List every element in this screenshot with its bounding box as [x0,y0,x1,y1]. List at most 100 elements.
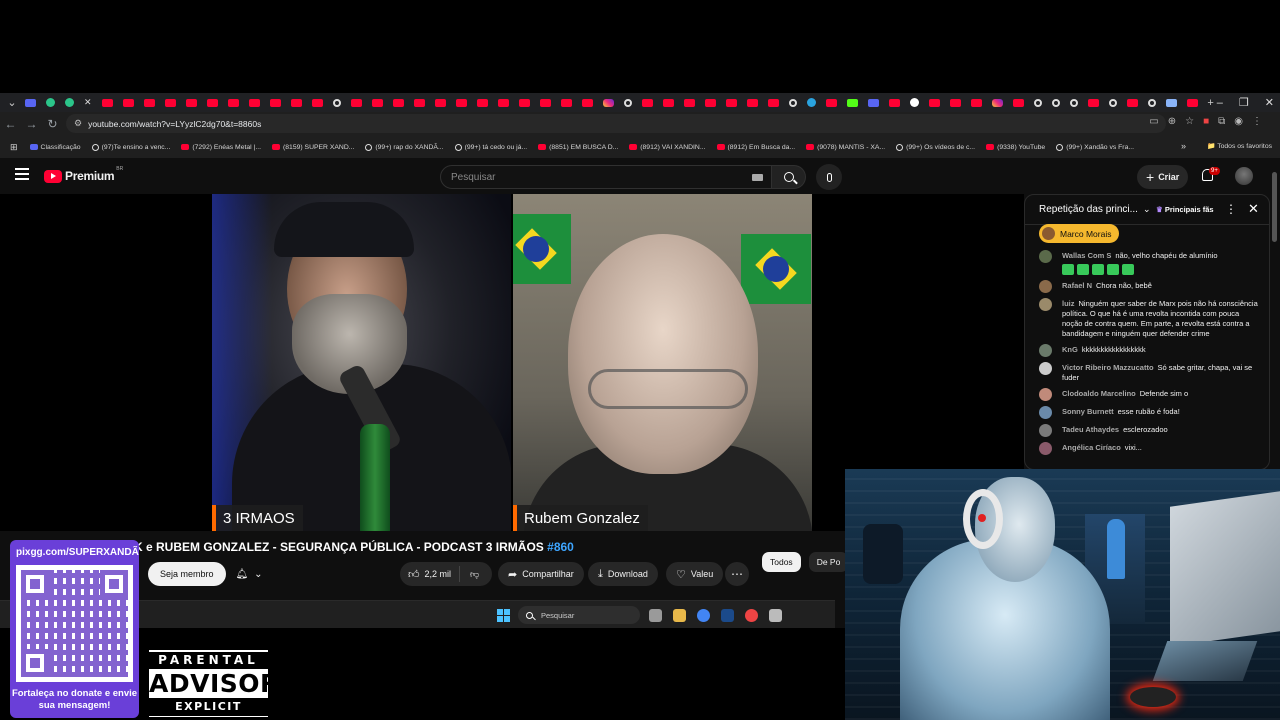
bookmark-item[interactable]: (9338) YouTube [986,144,1045,151]
bookmark-item[interactable]: (99+) rap do XANDÃ... [365,143,444,151]
top-fans-label[interactable]: ♛ Principais fãs [1156,205,1214,214]
browser-tab[interactable] [413,98,425,107]
thanks-button[interactable]: ♡ Valeu [666,562,724,586]
chat-avatar[interactable] [1039,250,1052,263]
browser-tab[interactable] [248,98,260,107]
subscription-bell-button[interactable]: 🔔︎ ⌄ [228,562,270,586]
browser-tab[interactable] [143,98,155,107]
like-button[interactable]: 👍︎ 2,2 mil [400,566,461,582]
reload-icon[interactable]: ↻ [42,117,63,131]
bookmark-item[interactable]: (8912) VAI XANDIN... [629,144,706,151]
back-icon[interactable]: ← [0,117,21,131]
close-chat-icon[interactable]: ✕ [1248,201,1259,217]
chat-author[interactable]: Clodoaldo Marcelino [1062,389,1136,398]
hamburger-menu-icon[interactable] [15,168,29,180]
chat-avatar[interactable] [1039,442,1052,455]
chat-avatar[interactable] [1039,406,1052,419]
minimize-button[interactable]: – [1217,97,1223,109]
bookmarks-more-button[interactable]: » [1181,141,1186,151]
chat-author[interactable]: Victor Ribeiro Mazzucatto [1062,363,1154,372]
chat-avatar[interactable] [1039,388,1052,401]
bookmark-star-icon[interactable]: ☆ [1185,116,1194,127]
bookmark-item[interactable]: (8159) SUPER XAND... [272,144,354,151]
chat-author[interactable]: Angélica Ciríaco [1062,443,1121,452]
browser-tab[interactable] [434,98,446,107]
browser-tab[interactable] [1126,98,1138,107]
chat-author[interactable]: luiz [1062,299,1075,308]
account-avatar[interactable] [1235,167,1253,185]
search-button[interactable] [772,165,806,189]
chat-avatar[interactable] [1039,344,1052,357]
taskbar-search-input[interactable]: Pesquisar [518,606,640,624]
taskbar-app-icon[interactable] [769,609,782,622]
browser-tab[interactable] [1012,98,1024,107]
browser-tab[interactable] [806,98,816,107]
chevron-down-icon[interactable]: ⌄ [1143,204,1151,215]
bookmark-item[interactable]: (99+) tá cedo ou já... [454,143,527,151]
browser-tab[interactable] [767,98,779,107]
forward-icon[interactable]: → [21,117,42,131]
zoom-icon[interactable]: ⊕ [1168,116,1176,127]
browser-tab[interactable] [1147,98,1156,107]
bookmark-item[interactable]: (8912) Em Busca da... [716,144,795,151]
browser-tab[interactable] [746,98,758,107]
browser-tab[interactable] [909,98,919,107]
browser-tab[interactable] [560,98,572,107]
browser-tab[interactable] [476,98,488,107]
browser-tab[interactable] [371,98,383,107]
bookmark-item[interactable]: (99+) Os vídeos de c... [896,143,975,151]
chip-all[interactable]: Todos [762,552,801,572]
taskbar-app-icon[interactable] [697,609,710,622]
browser-tab[interactable] [867,98,879,107]
browser-tab[interactable] [825,98,837,107]
chat-avatar[interactable] [1039,424,1052,437]
taskbar-app-icon[interactable] [673,609,686,622]
browser-tab[interactable] [991,98,1003,107]
browser-tab[interactable] [623,98,632,107]
chat-avatar[interactable] [1039,280,1052,293]
browser-tab[interactable] [311,98,323,107]
maximize-button[interactable]: ❐ [1239,96,1249,109]
browser-tab[interactable] [539,98,551,107]
chat-avatar[interactable] [1039,362,1052,375]
episode-hashtag[interactable]: #860 [547,540,574,554]
browser-tab[interactable] [970,98,982,107]
browser-tab[interactable] [846,98,858,107]
browser-tab[interactable] [683,98,695,107]
browser-tab[interactable] [332,98,341,107]
bookmark-item[interactable]: (8851) EM BUSCA D... [538,144,618,151]
browser-tab[interactable] [1069,98,1078,107]
chat-author[interactable]: Tadeu Athaydes [1062,425,1119,434]
voice-search-button[interactable] [816,164,842,190]
search-input[interactable]: Pesquisar [440,165,772,189]
bookmark-item[interactable]: (7292) Enéas Metal |... [181,144,261,151]
browser-tab[interactable] [662,98,674,107]
chat-author[interactable]: KnG [1062,345,1078,354]
extension-icon[interactable]: ■ [1203,116,1209,127]
chrome-menu-icon[interactable]: ⋮ [1252,116,1262,127]
browser-tab[interactable] [350,98,362,107]
browser-tab[interactable] [1108,98,1117,107]
chat-author[interactable]: Rafael N [1062,281,1092,290]
browser-tab[interactable] [888,98,900,107]
bookmark-item[interactable]: Classificação [29,144,81,151]
browser-tab[interactable] [641,98,653,107]
share-button[interactable]: ➦ Compartilhar [498,562,584,586]
browser-tab[interactable] [455,98,467,107]
browser-tab[interactable] [164,98,176,107]
dislike-button[interactable]: 👎︎ [460,569,489,580]
pinned-fan-chip[interactable]: Marco Morais [1039,224,1120,243]
browser-tab[interactable] [269,98,281,107]
browser-tab[interactable] [704,98,716,107]
page-scrollbar[interactable] [1272,172,1277,242]
profile-icon[interactable]: ◉ [1234,116,1243,127]
browser-tab[interactable] [101,98,113,107]
browser-tab[interactable] [581,98,593,107]
browser-tab[interactable] [25,98,36,107]
browser-tab[interactable] [497,98,509,107]
bookmark-item[interactable]: (99+) Xandão vs Fra... [1056,143,1134,151]
browser-tab[interactable] [602,98,614,107]
close-window-button[interactable]: ✕ [1265,96,1274,109]
taskbar-app-icon[interactable] [721,609,734,622]
browser-tab[interactable] [392,98,404,107]
